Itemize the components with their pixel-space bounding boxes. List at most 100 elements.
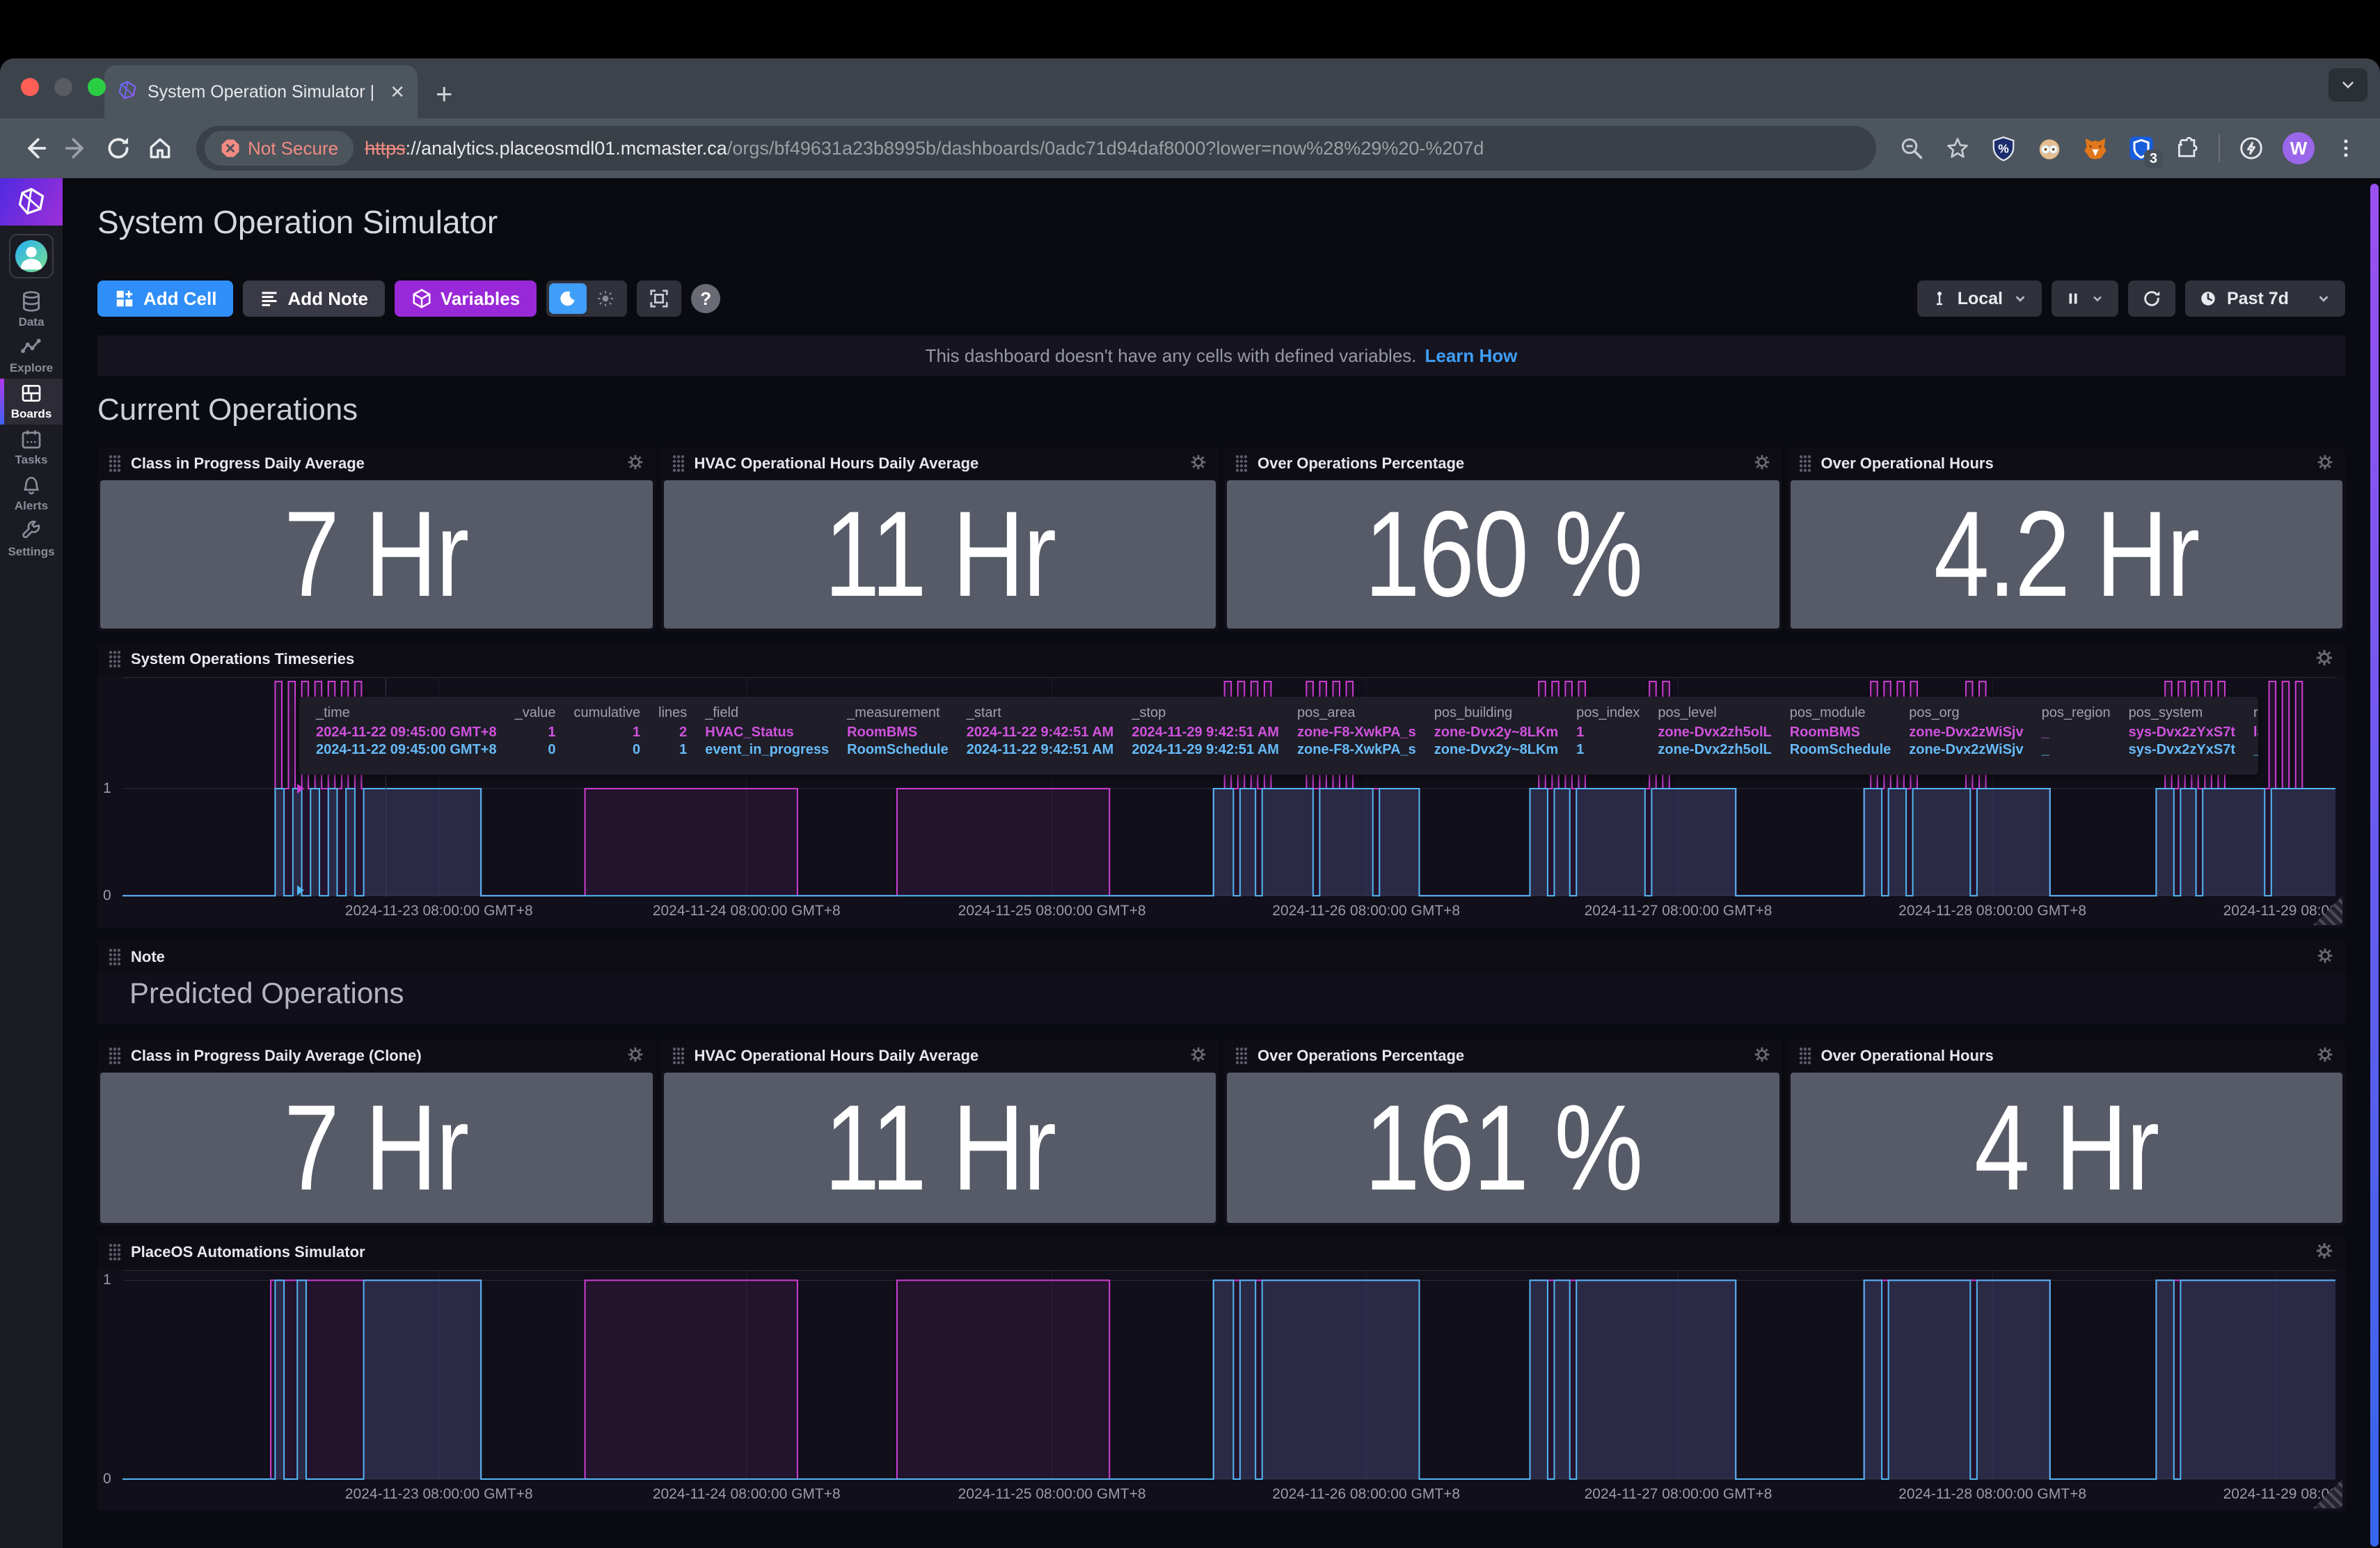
single-stat: 7 Hr bbox=[100, 1073, 653, 1223]
banner-learn-how-link[interactable]: Learn How bbox=[1425, 345, 1518, 367]
bookmark-star-icon[interactable] bbox=[1943, 134, 1972, 163]
cell-gear-icon[interactable] bbox=[626, 1045, 644, 1067]
dark-mode-button[interactable] bbox=[549, 283, 587, 314]
stat-cell: HVAC Operational Hours Daily Average 11 … bbox=[661, 447, 1219, 631]
reload-button[interactable] bbox=[103, 133, 134, 164]
user-avatar-button[interactable] bbox=[9, 234, 54, 278]
stat-value: 160 % bbox=[1364, 484, 1642, 624]
tooltip-body: 2024-11-22 09:45:00 GMT+8112HVAC_StatusR… bbox=[316, 724, 2258, 759]
drag-handle[interactable] bbox=[109, 1243, 121, 1261]
stats-row-predicted: Class in Progress Daily Average (Clone) … bbox=[97, 1039, 2345, 1226]
zoom-page-icon[interactable] bbox=[1897, 134, 1926, 163]
tab-search-chevron-button[interactable] bbox=[2329, 68, 2367, 102]
extension-fox-icon[interactable] bbox=[2081, 134, 2110, 163]
chevron-down-icon bbox=[2316, 291, 2331, 306]
drag-handle[interactable] bbox=[109, 650, 121, 668]
stat-cell: Over Operations Percentage 161 % bbox=[1224, 1039, 1782, 1226]
sidebar-item-settings[interactable]: Settings bbox=[0, 516, 63, 562]
moon-icon bbox=[559, 290, 577, 308]
drag-handle[interactable] bbox=[1799, 455, 1811, 473]
presentation-mode-button[interactable] bbox=[637, 281, 681, 317]
close-window-button[interactable] bbox=[21, 78, 39, 96]
drag-handle[interactable] bbox=[1235, 1047, 1248, 1065]
light-mode-button[interactable] bbox=[587, 283, 624, 314]
stat-value: 4.2 Hr bbox=[1934, 484, 2199, 624]
drag-handle[interactable] bbox=[1235, 455, 1248, 473]
cell-gear-icon[interactable] bbox=[2316, 947, 2334, 968]
automations-plot[interactable]: 10 bbox=[122, 1270, 2335, 1480]
influxdb-logo[interactable] bbox=[0, 178, 63, 226]
cell-gear-icon[interactable] bbox=[2316, 1045, 2334, 1067]
pause-refresh-dropdown[interactable] bbox=[2052, 281, 2118, 317]
add-note-button[interactable]: Add Note bbox=[243, 281, 385, 317]
cell-gear-icon[interactable] bbox=[1189, 453, 1207, 475]
variables-button[interactable]: Variables bbox=[395, 281, 537, 317]
cell-gear-icon[interactable] bbox=[2316, 453, 2334, 475]
extension-shield-icon[interactable]: % bbox=[1989, 134, 2018, 163]
theme-toggle bbox=[546, 281, 627, 317]
stat-value: 11 Hr bbox=[824, 484, 1055, 624]
drag-handle[interactable] bbox=[109, 455, 121, 473]
sidebar-item-alerts[interactable]: Alerts bbox=[0, 471, 63, 516]
address-bar[interactable]: Not Secure https://analytics.placeosmdl0… bbox=[196, 126, 1876, 171]
avatar-letter: W bbox=[2290, 138, 2308, 159]
add-cell-button[interactable]: Add Cell bbox=[97, 281, 233, 317]
extension-bitwarden-icon[interactable]: 3 bbox=[2127, 134, 2156, 163]
drag-handle[interactable] bbox=[672, 1047, 685, 1065]
drag-handle[interactable] bbox=[672, 455, 685, 473]
automations-cell: PlaceOS Automations Simulator 10 2024-11… bbox=[97, 1235, 2345, 1511]
timezone-label: Local bbox=[1958, 289, 2003, 309]
single-stat: 11 Hr bbox=[664, 480, 1216, 629]
add-cell-icon bbox=[114, 288, 135, 309]
sidebar-label: Alerts bbox=[15, 499, 48, 513]
chevron-down-icon bbox=[2091, 292, 2104, 306]
minimize-window-button[interactable] bbox=[54, 78, 72, 96]
tab-close-icon[interactable]: ✕ bbox=[390, 81, 405, 103]
page-title: System Operation Simulator bbox=[97, 203, 2345, 245]
section-current-operations: Current Operations bbox=[97, 393, 2345, 437]
timeseries-x-axis: 2024-11-23 08:00:00 GMT+82024-11-24 08:0… bbox=[122, 903, 2335, 925]
stat-cell: Class in Progress Daily Average (Clone) … bbox=[97, 1039, 656, 1226]
help-button[interactable]: ? bbox=[691, 284, 720, 313]
refresh-button[interactable] bbox=[2128, 281, 2175, 317]
cell-gear-icon[interactable] bbox=[1753, 1045, 1771, 1067]
cell-gear-icon[interactable] bbox=[626, 453, 644, 475]
variables-cube-icon bbox=[411, 288, 432, 309]
sidebar-item-tasks[interactable]: Tasks bbox=[0, 425, 63, 471]
database-icon bbox=[20, 290, 42, 313]
calendar-icon bbox=[20, 428, 42, 450]
battery-saver-icon[interactable] bbox=[2237, 134, 2266, 163]
not-secure-chip[interactable]: Not Secure bbox=[205, 131, 354, 166]
cell-gear-icon[interactable] bbox=[1189, 1045, 1207, 1067]
tooltip-table: _time_valuecumulativelines_field_measure… bbox=[316, 704, 2258, 759]
timezone-dropdown[interactable]: Local bbox=[1917, 281, 2042, 317]
extension-face-icon[interactable] bbox=[2035, 134, 2064, 163]
timeseries-cell: System Operations Timeseries 10 2024-11-… bbox=[97, 642, 2345, 928]
influxdb-app: Data Explore Boards Tasks Alerts bbox=[0, 178, 2380, 1548]
cell-gear-icon[interactable] bbox=[2315, 1241, 2334, 1264]
new-tab-button[interactable]: + bbox=[436, 79, 453, 109]
single-stat: 7 Hr bbox=[100, 480, 653, 629]
sidebar-item-data[interactable]: Data bbox=[0, 287, 63, 333]
browser-menu-icon[interactable] bbox=[2331, 134, 2361, 163]
sidebar-item-explore[interactable]: Explore bbox=[0, 333, 63, 379]
cell-gear-icon[interactable] bbox=[2315, 648, 2334, 671]
profile-avatar[interactable]: W bbox=[2283, 132, 2315, 164]
single-stat: 4.2 Hr bbox=[1791, 480, 2343, 629]
home-button[interactable] bbox=[145, 133, 175, 164]
cell-gear-icon[interactable] bbox=[1753, 453, 1771, 475]
extensions-puzzle-icon[interactable] bbox=[2173, 134, 2202, 163]
zoom-window-button[interactable] bbox=[88, 78, 106, 96]
forward-button[interactable] bbox=[61, 133, 92, 164]
page-scrollbar[interactable] bbox=[2370, 184, 2379, 1547]
drag-handle[interactable] bbox=[109, 948, 121, 966]
drag-handle[interactable] bbox=[109, 1047, 121, 1065]
url-scheme: https bbox=[365, 138, 406, 159]
sidebar-label: Tasks bbox=[15, 453, 48, 467]
browser-tab[interactable]: System Operation Simulator | ✕ bbox=[104, 65, 418, 118]
back-button[interactable] bbox=[19, 133, 50, 164]
time-range-dropdown[interactable]: Past 7d bbox=[2185, 281, 2345, 317]
cell-title: Class in Progress Daily Average bbox=[131, 455, 617, 473]
drag-handle[interactable] bbox=[1799, 1047, 1811, 1065]
sidebar-item-boards[interactable]: Boards bbox=[0, 379, 63, 425]
